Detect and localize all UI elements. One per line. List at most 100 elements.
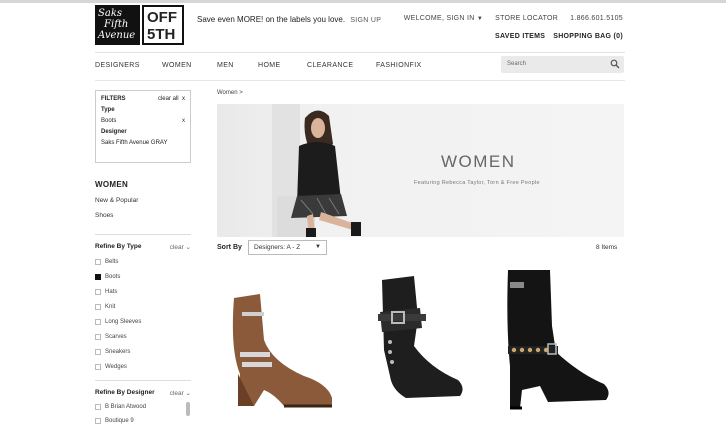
filter-option-b-brian-atwood[interactable]: B Brian Atwood (95, 404, 146, 410)
nav-fashionfix[interactable]: FASHIONFIX (376, 62, 422, 69)
product-image-black-suede-boot[interactable] (370, 272, 470, 402)
refine-by-designer-header[interactable]: Refine By Designer clear ⌄ (95, 389, 191, 397)
checkbox[interactable] (95, 349, 101, 355)
option-label: Knit (105, 304, 116, 310)
logo-saks-line: Fifth (104, 19, 129, 30)
hero-banner[interactable] (217, 104, 624, 237)
sort-value: Designers: A - Z (254, 244, 301, 251)
filter-type-label: Type (101, 107, 115, 113)
chevron-down-icon: ⌄ (185, 244, 191, 251)
caret-down-icon: ▼ (315, 244, 321, 250)
nav-divider (95, 80, 625, 81)
promo-text: Save even MORE! on the labels you love. (197, 15, 346, 24)
saks-logo[interactable]: Saks Fifth Avenue (95, 5, 140, 45)
checkbox[interactable] (95, 289, 101, 295)
account-links: SAVED ITEMS SHOPPING BAG (0) (495, 33, 623, 40)
hero-subtitle: Featuring Rebecca Taylor, Torn & Free Pe… (414, 180, 540, 186)
product-image-studded-black-boot[interactable] (500, 266, 615, 412)
option-label: Scarves (105, 334, 127, 340)
filters-title: FILTERS (101, 96, 126, 102)
filter-type-value: Boots (101, 118, 117, 124)
hero-title: WOMEN (441, 152, 516, 171)
checkbox[interactable] (95, 404, 101, 410)
option-label: B Brian Atwood (105, 404, 147, 410)
breadcrumb[interactable]: Women > (217, 90, 243, 96)
saved-items-link[interactable]: SAVED ITEMS (495, 33, 545, 40)
search-input[interactable]: Search (501, 56, 624, 73)
phone-number: 1.866.601.5105 (570, 15, 623, 22)
nav-clearance[interactable]: CLEARANCE (307, 62, 353, 69)
refine-designer-clear[interactable]: clear ⌄ (170, 389, 191, 397)
filter-option-knit[interactable]: Knit (95, 304, 115, 310)
shopping-bag-link[interactable]: SHOPPING BAG (0) (553, 33, 623, 40)
filter-designer-value: Saks Fifth Avenue GRAY (101, 140, 168, 146)
checkbox[interactable] (95, 319, 101, 325)
clear-label: clear (169, 244, 184, 251)
off5th-logo[interactable]: OFF 5TH (142, 5, 184, 45)
header-divider (95, 52, 625, 53)
checkbox[interactable] (95, 304, 101, 310)
logo-saks-line: Avenue (98, 30, 136, 41)
filter-option-hats[interactable]: Hats (95, 289, 117, 295)
sidebar-divider (95, 234, 191, 235)
signup-link[interactable]: SIGN UP (350, 17, 381, 24)
sort-select[interactable]: Designers: A - Z ▼ (248, 240, 327, 255)
checkbox[interactable] (95, 334, 101, 340)
sidebar-divider (95, 380, 191, 381)
filter-option-scarves[interactable]: Scarves (95, 334, 127, 340)
filter-option-long-sleeves[interactable]: Long Sleeves (95, 319, 141, 325)
option-label: Boots (105, 274, 121, 280)
option-label: Belts (105, 259, 119, 265)
refine-type-clear[interactable]: clear ⌄ (170, 243, 191, 251)
promo-banner: Save even MORE! on the labels you love. … (197, 15, 381, 24)
top-bar (0, 0, 726, 3)
hero-model-image (272, 104, 361, 237)
filter-option-wedges[interactable]: Wedges (95, 364, 127, 370)
sort-label: Sort By (217, 244, 242, 251)
filter-option-belts[interactable]: Belts (95, 259, 118, 265)
option-label: Sneakers (105, 349, 131, 355)
product-image-brown-boot[interactable] (224, 290, 339, 410)
option-label: Wedges (105, 364, 127, 370)
category-title: WOMEN (95, 180, 129, 189)
caret-down-icon: ▼ (476, 16, 484, 22)
refine-by-type-header[interactable]: Refine By Type clear ⌄ (95, 243, 191, 251)
category-link-shoes[interactable]: Shoes (95, 212, 113, 219)
logo-saks-line: Saks (98, 8, 123, 19)
option-label: Hats (105, 289, 118, 295)
checkbox[interactable] (95, 418, 101, 424)
search-icon[interactable] (610, 59, 620, 69)
logo-off-line: 5TH (147, 26, 176, 43)
logo-off-line: OFF (147, 9, 177, 26)
refine-type-title: Refine By Type (95, 243, 142, 250)
option-label: Boutique 9 (105, 418, 134, 424)
nav-home[interactable]: HOME (258, 62, 281, 69)
nav-men[interactable]: MEN (217, 62, 234, 69)
sidebar-scrollbar[interactable] (186, 402, 190, 416)
search-placeholder: Search (507, 61, 527, 67)
nav-designers[interactable]: DESIGNERS (95, 62, 140, 69)
chevron-down-icon: ⌄ (185, 390, 191, 397)
item-count: 8 Items (596, 244, 618, 251)
remove-type-filter-icon[interactable]: x (182, 118, 185, 124)
filter-designer-label: Designer (101, 129, 127, 135)
sign-in-label: WELCOME, SIGN IN (403, 15, 475, 22)
sign-in-link[interactable]: WELCOME, SIGN IN ▼ (404, 15, 483, 22)
clear-all-link[interactable]: clear all x (158, 96, 185, 102)
close-icon: x (182, 96, 185, 102)
filter-option-boots[interactable]: Boots (95, 274, 120, 280)
checkbox-checked[interactable] (95, 274, 101, 280)
utility-links: WELCOME, SIGN IN ▼ STORE LOCATOR 1.866.6… (404, 15, 623, 22)
clear-label: clear (169, 390, 184, 397)
filter-option-sneakers[interactable]: Sneakers (95, 349, 130, 355)
option-label: Long Sleeves (105, 319, 142, 325)
filter-option-boutique-9[interactable]: Boutique 9 (95, 418, 134, 424)
nav-women[interactable]: WOMEN (162, 62, 192, 69)
clear-all-label: clear all (157, 96, 179, 102)
category-link-new-popular[interactable]: New & Popular (95, 197, 138, 204)
store-locator-link[interactable]: STORE LOCATOR (495, 15, 558, 22)
active-filters: FILTERS clear all x Type Boots x Designe… (95, 90, 191, 163)
checkbox[interactable] (95, 364, 101, 370)
refine-designer-title: Refine By Designer (95, 389, 155, 396)
checkbox[interactable] (95, 259, 101, 265)
